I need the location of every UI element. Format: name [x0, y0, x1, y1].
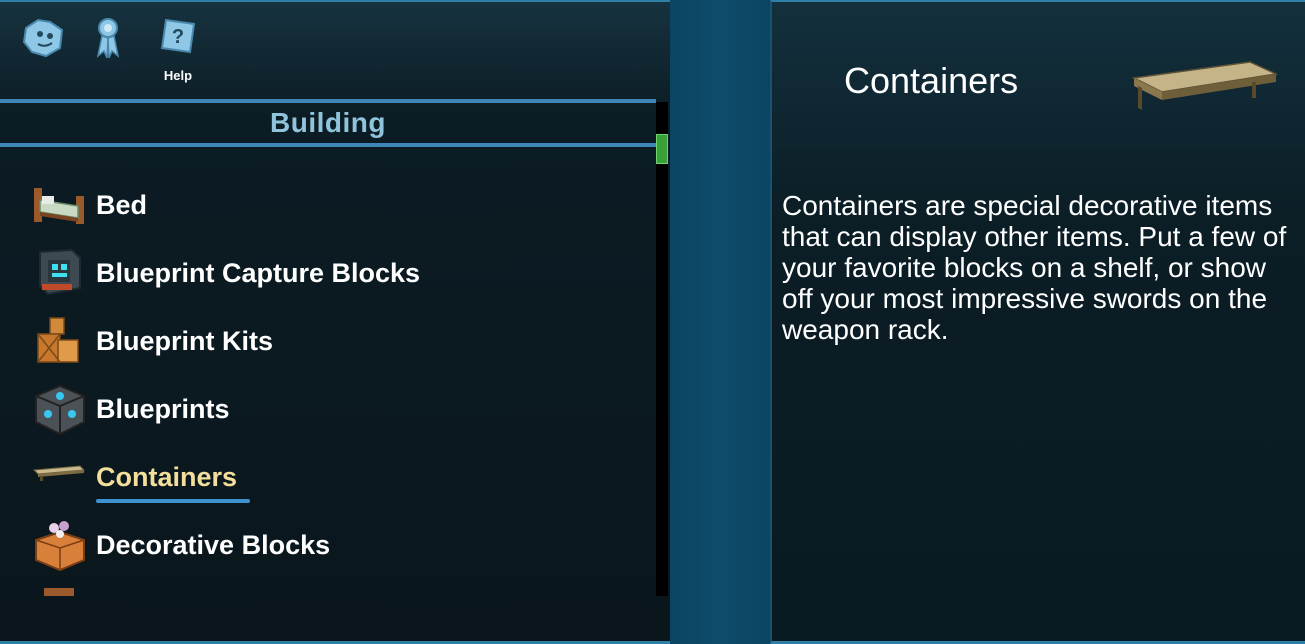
skin-icon[interactable]	[20, 14, 68, 62]
list-item-label: Bed	[96, 190, 148, 220]
kit-icon	[30, 312, 88, 368]
selection-underline	[96, 499, 250, 503]
detail-panel: Containers Containers are special decora…	[770, 0, 1305, 644]
blueprint-cube-icon	[30, 380, 88, 436]
ribbon-icon[interactable]	[90, 14, 126, 62]
bed-icon	[30, 176, 88, 232]
list-item-label: Blueprint Capture Blocks	[96, 258, 421, 288]
help-icon[interactable]: ?	[156, 14, 204, 62]
list-item-partial	[44, 588, 74, 596]
detail-title: Containers	[844, 60, 1019, 101]
list-item-label: Blueprint Kits	[96, 326, 274, 356]
category-header: Building	[0, 99, 656, 147]
shelf-icon	[30, 448, 88, 504]
list-item-containers[interactable]: Containers	[30, 446, 630, 506]
list-item-label: Blueprints	[96, 394, 230, 424]
svg-text:?: ?	[172, 26, 184, 48]
decorative-block-icon	[30, 516, 88, 572]
scrollbar-track[interactable]	[656, 102, 668, 596]
detail-description: Containers are special decorative items …	[782, 190, 1287, 345]
list-item-blueprints[interactable]: Blueprints	[30, 378, 630, 438]
list-item-blueprint-capture-blocks[interactable]: Blueprint Capture Blocks	[30, 242, 630, 302]
list-item-bed[interactable]: Bed	[30, 174, 630, 234]
category-title: Building	[270, 107, 386, 138]
scrollbar-thumb[interactable]	[656, 134, 668, 164]
help-label: Help	[163, 68, 193, 83]
list-item-blueprint-kits[interactable]: Blueprint Kits	[30, 310, 630, 370]
shelf-icon	[1131, 54, 1279, 120]
panel-gap	[670, 0, 770, 644]
list-item-label: Decorative Blocks	[96, 530, 331, 560]
capture-block-icon	[30, 244, 88, 300]
list-item-decorative-blocks[interactable]: Decorative Blocks	[30, 514, 630, 574]
list-item-label: Containers	[96, 462, 238, 492]
category-panel: ? Help Building Bed Blueprint Capture Bl…	[0, 0, 670, 644]
